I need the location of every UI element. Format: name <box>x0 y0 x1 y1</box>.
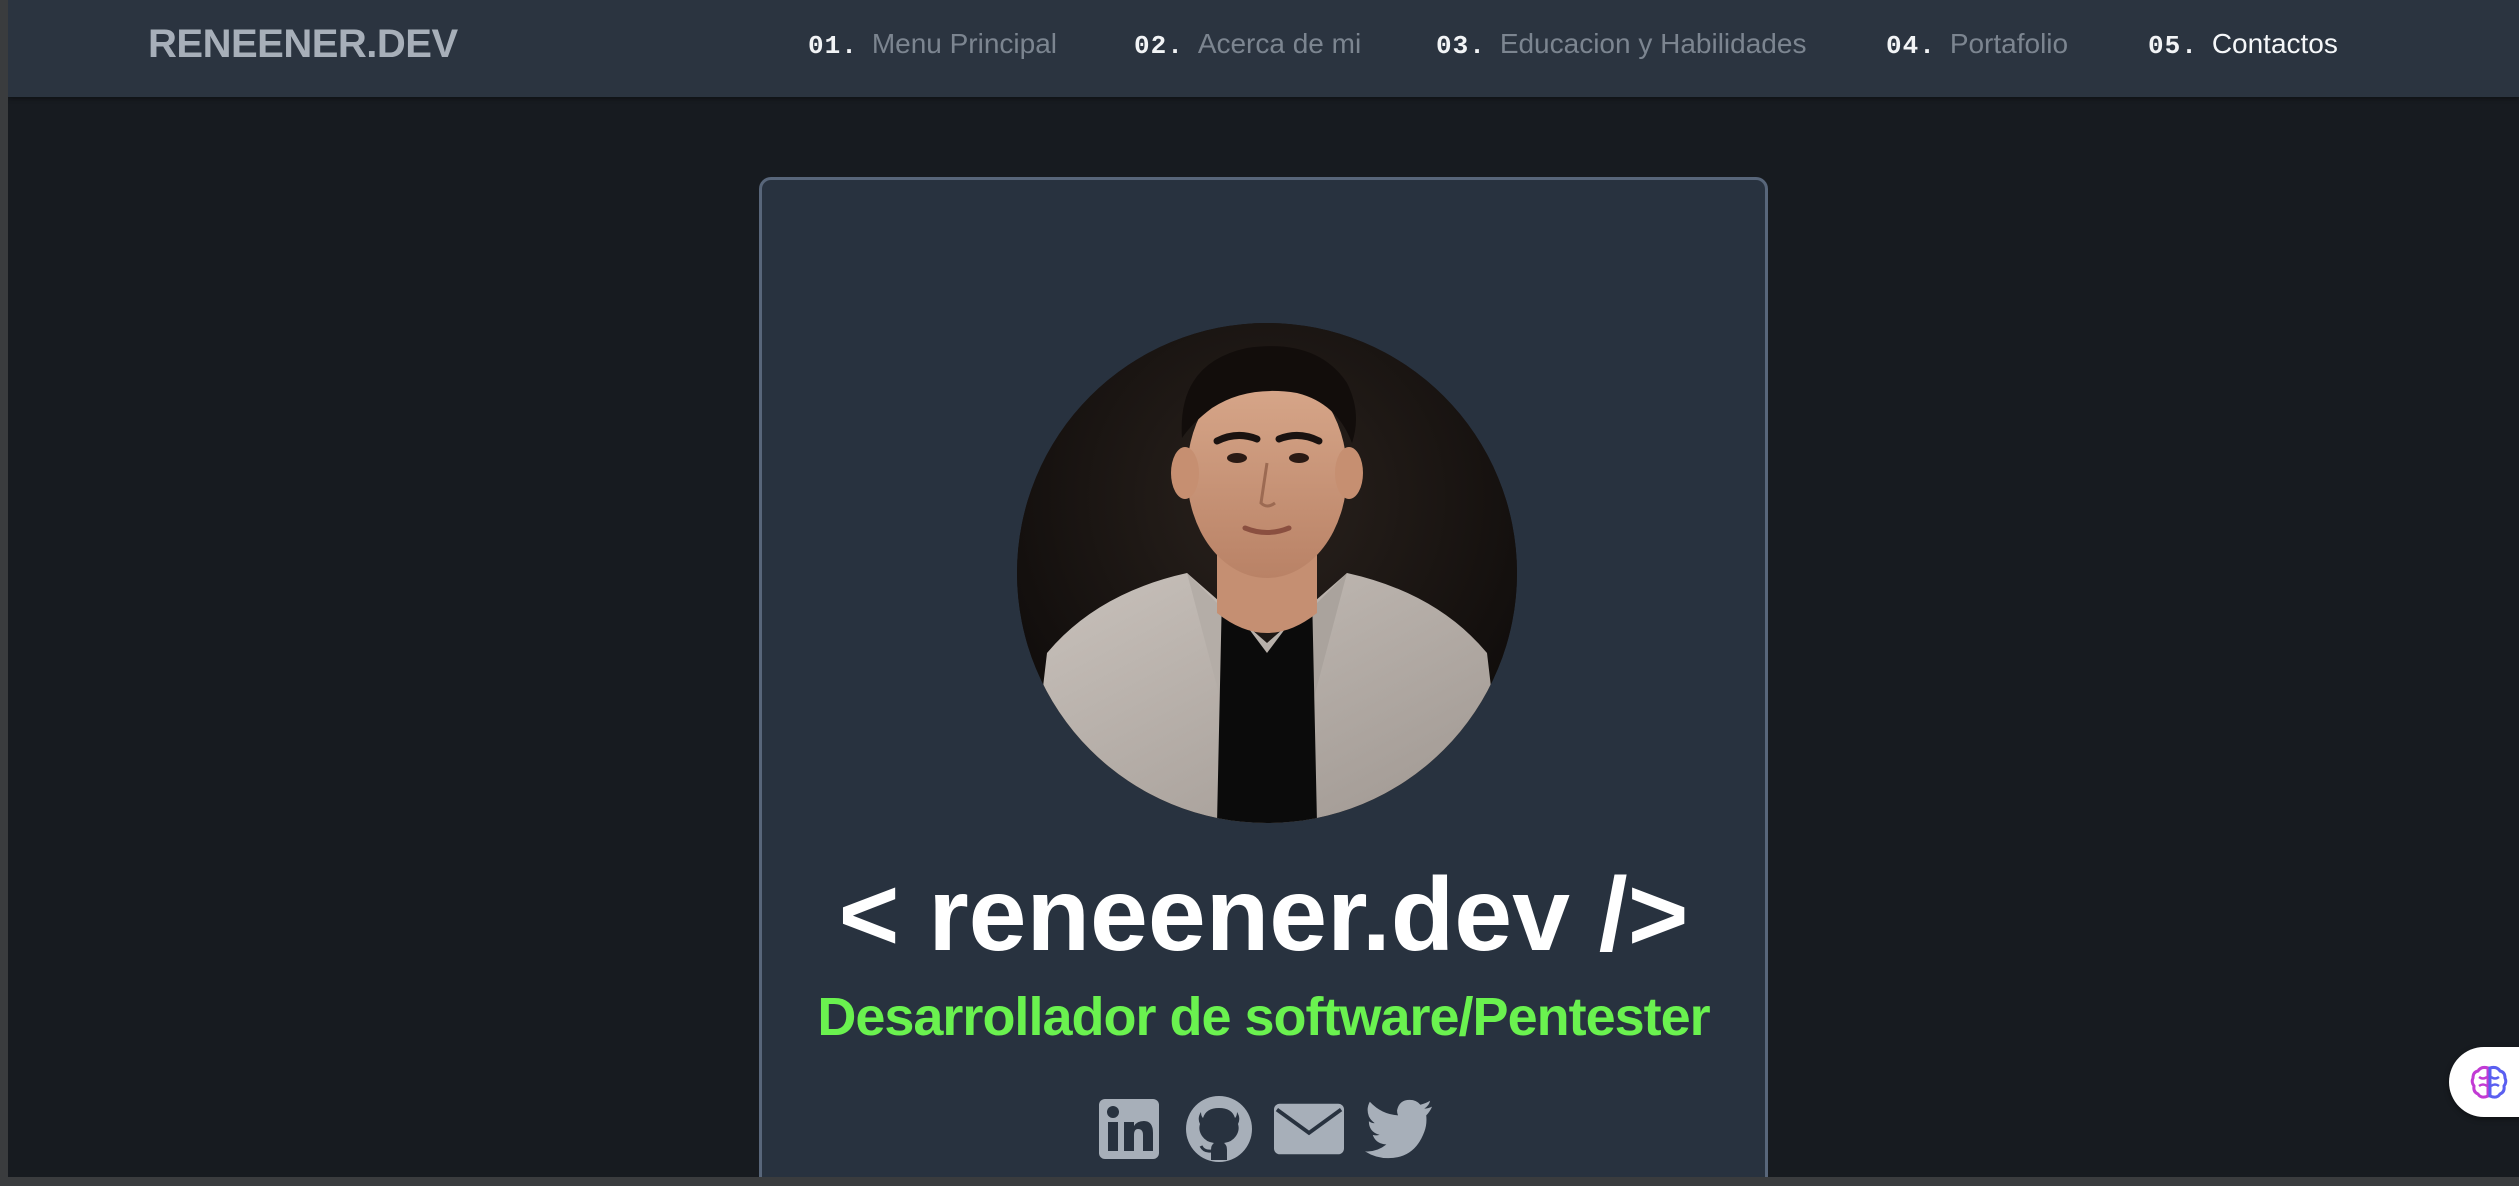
nav-item-label: Educacion y Habilidades <box>1499 28 1807 59</box>
email-link[interactable] <box>1273 1094 1344 1164</box>
social-links <box>762 1094 1765 1164</box>
linkedin-link[interactable] <box>1094 1094 1164 1164</box>
nav-item-number: 01. <box>808 31 858 61</box>
brand-logo[interactable]: RENEENER.DEV <box>148 22 458 67</box>
profile-avatar <box>1017 323 1517 823</box>
twitter-link[interactable] <box>1364 1094 1434 1164</box>
role-subtitle: Desarrollador de software/Pentester <box>817 987 1710 1047</box>
site-title: < reneener.dev /> <box>838 857 1689 973</box>
profile-card: < reneener.dev /> Desarrollador de softw… <box>759 177 1768 1177</box>
nav-item-label: Acerca de mi <box>1197 28 1362 59</box>
brain-icon <box>2470 1065 2508 1099</box>
nav-item-portafolio[interactable]: 04. Portafolio <box>1886 27 2068 63</box>
nav-item-number: 02. <box>1134 31 1184 61</box>
envelope-icon <box>1273 1103 1344 1155</box>
nav-item-number: 05. <box>2148 31 2198 61</box>
assistant-widget-button[interactable] <box>2449 1047 2519 1117</box>
nav-item-label: Menu Principal <box>871 28 1058 59</box>
twitter-icon <box>1364 1099 1432 1159</box>
github-link[interactable] <box>1184 1094 1254 1164</box>
nav-item-contactos[interactable]: 05. Contactos <box>2148 27 2338 63</box>
page-viewport: RENEENER.DEV 01. Menu Principal 02. Acerca… <box>8 0 2519 1177</box>
github-icon <box>1185 1096 1252 1162</box>
nav-item-number: 04. <box>1886 31 1936 61</box>
nav-item-number: 03. <box>1436 31 1486 61</box>
nav-item-label: Portafolio <box>1949 28 2069 59</box>
nav-item-menu-principal[interactable]: 01. Menu Principal <box>808 27 1057 63</box>
profile-photo <box>1017 323 1517 823</box>
linkedin-icon <box>1098 1099 1159 1159</box>
nav-item-label: Contactos <box>2211 28 2338 59</box>
nav-item-acerca-de-mi[interactable]: 02. Acerca de mi <box>1134 27 1361 63</box>
nav-item-educacion-y-habilidades[interactable]: 03. Educacion y Habilidades <box>1436 27 1806 63</box>
top-navbar: RENEENER.DEV 01. Menu Principal 02. Acerca… <box>8 0 2519 97</box>
